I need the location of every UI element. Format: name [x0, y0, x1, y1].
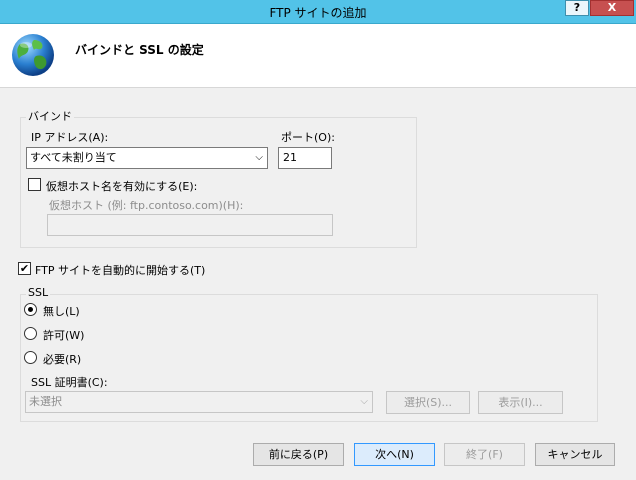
close-button[interactable]: X — [590, 0, 634, 16]
ssl-view-button[interactable]: 表示(I)... — [478, 391, 563, 414]
binding-group-label: バインド — [26, 108, 74, 124]
ip-address-select[interactable]: すべて未割り当て ⌵ — [26, 147, 268, 169]
ssl-allow-label[interactable]: 許可(W) — [43, 327, 84, 343]
chevron-down-icon: ⌵ — [360, 396, 368, 407]
back-button[interactable]: 前に戻る(P) — [253, 443, 344, 466]
cancel-button[interactable]: キャンセル — [535, 443, 615, 466]
virtual-host-field[interactable] — [47, 214, 333, 236]
ssl-certificate-label: SSL 証明書(C): — [31, 376, 108, 389]
ssl-none-radio[interactable] — [24, 303, 37, 316]
ssl-require-radio[interactable] — [24, 351, 37, 364]
globe-icon — [12, 34, 54, 76]
title-bar: FTP サイトの追加 ? X — [0, 0, 636, 24]
ssl-certificate-select[interactable]: 未選択 ⌵ — [25, 391, 373, 413]
ssl-certificate-value: 未選択 — [29, 395, 62, 408]
ssl-require-label[interactable]: 必要(R) — [43, 351, 81, 367]
ssl-allow-radio[interactable] — [24, 327, 37, 340]
next-button[interactable]: 次へ(N) — [354, 443, 435, 466]
window-title: FTP サイトの追加 — [269, 6, 367, 20]
chevron-down-icon: ⌵ — [255, 152, 263, 163]
ssl-none-label[interactable]: 無し(L) — [43, 303, 80, 319]
ssl-group-label: SSL — [26, 286, 51, 299]
virtual-host-checkbox[interactable] — [28, 178, 41, 191]
page-title: バインドと SSL の設定 — [75, 43, 204, 57]
autostart-checkbox[interactable]: ✔ — [18, 262, 31, 275]
autostart-label[interactable]: FTP サイトを自動的に開始する(T) — [35, 262, 205, 278]
ssl-select-button[interactable]: 選択(S)... — [386, 391, 470, 414]
virtual-host-checkbox-label[interactable]: 仮想ホスト名を有効にする(E): — [46, 178, 197, 194]
port-field[interactable]: 21 — [278, 147, 332, 169]
radio-selected-dot — [28, 307, 33, 312]
finish-button[interactable]: 終了(F) — [444, 443, 525, 466]
help-button[interactable]: ? — [565, 0, 589, 16]
ip-address-label: IP アドレス(A): — [31, 131, 109, 144]
port-label: ポート(O): — [281, 131, 335, 144]
virtual-host-label: 仮想ホスト (例: ftp.contoso.com)(H): — [49, 199, 244, 212]
wizard-header: バインドと SSL の設定 — [0, 24, 636, 88]
ip-address-value: すべて未割り当て — [30, 151, 117, 164]
